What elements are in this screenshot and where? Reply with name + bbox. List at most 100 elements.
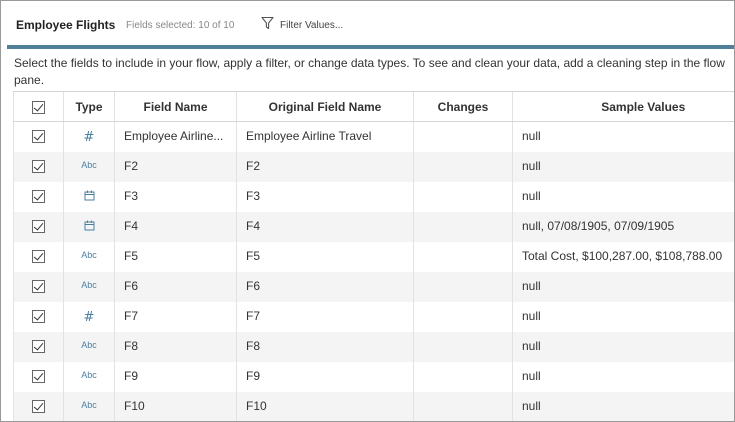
data-type-cell[interactable]: Abc xyxy=(63,271,115,302)
hash-icon[interactable]: # xyxy=(84,310,95,325)
fields-table-body: # Employee Airline... Employee Airline Tra… xyxy=(13,121,734,421)
table-row[interactable]: Abc F10 F10 null xyxy=(13,391,734,421)
accent-divider xyxy=(7,45,734,49)
changes-cell xyxy=(413,391,513,421)
data-type-cell[interactable]: Abc xyxy=(63,391,115,421)
changes-cell xyxy=(413,331,513,362)
changes-cell xyxy=(413,151,513,182)
table-row[interactable]: Abc F6 F6 null xyxy=(13,271,734,302)
table-header-row: Type Field Name Original Field Name Chan… xyxy=(13,91,734,122)
row-checkbox-cell xyxy=(13,331,64,362)
data-type-cell[interactable]: Abc xyxy=(63,361,115,392)
data-type-cell[interactable] xyxy=(63,211,115,242)
sample-values-column-header[interactable]: Sample Values xyxy=(512,91,734,122)
include-field-checkbox[interactable] xyxy=(32,189,45,203)
include-field-checkbox[interactable] xyxy=(32,339,45,353)
changes-cell xyxy=(413,271,513,302)
original-field-name-column-header[interactable]: Original Field Name xyxy=(236,91,414,122)
data-type-cell[interactable]: # xyxy=(63,301,115,332)
changes-column-header[interactable]: Changes xyxy=(413,91,513,122)
field-name-cell[interactable]: F8 xyxy=(114,331,237,362)
table-row[interactable]: Abc F5 F5 Total Cost, $100,287.00, $108,788… xyxy=(13,241,734,272)
original-field-name-cell: F9 xyxy=(236,361,414,392)
include-field-checkbox[interactable] xyxy=(32,219,45,233)
sample-values-cell: null xyxy=(512,121,734,152)
table-row[interactable]: Abc F8 F8 null xyxy=(13,331,734,362)
filter-values-label: Filter Values... xyxy=(280,19,344,31)
original-field-name-cell: F6 xyxy=(236,271,414,302)
include-field-checkbox[interactable] xyxy=(32,399,45,413)
fields-table: Type Field Name Original Field Name Chan… xyxy=(13,91,734,421)
include-field-checkbox[interactable] xyxy=(32,130,45,144)
data-type-cell[interactable]: # xyxy=(63,121,115,152)
field-name-cell[interactable]: F3 xyxy=(114,181,237,212)
field-name-cell[interactable]: F5 xyxy=(114,241,237,272)
row-checkbox-cell xyxy=(13,181,64,212)
type-column-header[interactable]: Type xyxy=(63,91,115,122)
include-field-checkbox[interactable] xyxy=(32,249,45,263)
calendar-icon[interactable] xyxy=(84,220,95,233)
calendar-icon[interactable] xyxy=(84,190,95,203)
panel-header: Employee Flights Fields selected: 10 of … xyxy=(1,1,734,45)
abc-icon[interactable]: Abc xyxy=(81,280,97,290)
original-field-name-cell: F5 xyxy=(236,241,414,272)
field-name-cell[interactable]: F7 xyxy=(114,301,237,332)
fields-selected-count: Fields selected: 10 of 10 xyxy=(126,20,235,31)
changes-cell xyxy=(413,181,513,212)
field-name-cell[interactable]: F6 xyxy=(114,271,237,302)
row-checkbox-cell xyxy=(13,271,64,302)
sample-values-cell: null xyxy=(512,331,734,362)
filter-values-button[interactable]: Filter Values... xyxy=(261,16,344,35)
sample-values-cell: null xyxy=(512,181,734,212)
table-row[interactable]: Abc F2 F2 null xyxy=(13,151,734,182)
select-all-checkbox[interactable] xyxy=(32,100,45,114)
table-row[interactable]: # F7 F7 null xyxy=(13,301,734,332)
include-field-checkbox[interactable] xyxy=(32,369,45,383)
data-type-cell[interactable] xyxy=(63,181,115,212)
filter-icon xyxy=(261,16,274,35)
row-checkbox-cell xyxy=(13,211,64,242)
data-type-cell[interactable]: Abc xyxy=(63,331,115,362)
table-row[interactable]: # Employee Airline... Employee Airline Tra… xyxy=(13,121,734,152)
data-type-cell[interactable]: Abc xyxy=(63,151,115,182)
row-checkbox-cell xyxy=(13,301,64,332)
original-field-name-cell: Employee Airline Travel xyxy=(236,121,414,152)
abc-icon[interactable]: Abc xyxy=(81,400,97,410)
row-checkbox-cell xyxy=(13,361,64,392)
select-all-header[interactable] xyxy=(13,91,64,122)
changes-cell xyxy=(413,121,513,152)
data-type-cell[interactable]: Abc xyxy=(63,241,115,272)
field-name-cell[interactable]: F10 xyxy=(114,391,237,421)
include-field-checkbox[interactable] xyxy=(32,309,45,323)
table-row[interactable]: Abc F9 F9 null xyxy=(13,361,734,392)
original-field-name-cell: F7 xyxy=(236,301,414,332)
include-field-checkbox[interactable] xyxy=(32,279,45,293)
abc-icon[interactable]: Abc xyxy=(81,160,97,170)
abc-icon[interactable]: Abc xyxy=(81,340,97,350)
hash-icon[interactable]: # xyxy=(84,130,95,145)
original-field-name-cell: F2 xyxy=(236,151,414,182)
table-row[interactable]: F4 F4 null, 07/08/1905, 07/09/1905 xyxy=(13,211,734,242)
row-checkbox-cell xyxy=(13,121,64,152)
field-name-cell[interactable]: F4 xyxy=(114,211,237,242)
field-name-column-header[interactable]: Field Name xyxy=(114,91,237,122)
include-field-checkbox[interactable] xyxy=(32,159,45,173)
abc-icon[interactable]: Abc xyxy=(81,250,97,260)
field-name-cell[interactable]: Employee Airline... xyxy=(114,121,237,152)
sample-values-cell: null xyxy=(512,151,734,182)
original-field-name-cell: F10 xyxy=(236,391,414,421)
field-name-cell[interactable]: F2 xyxy=(114,151,237,182)
sample-values-cell: null, 07/08/1905, 07/09/1905 xyxy=(512,211,734,242)
field-name-cell[interactable]: F9 xyxy=(114,361,237,392)
panel-title: Employee Flights xyxy=(16,18,116,32)
sample-values-cell: null xyxy=(512,271,734,302)
original-field-name-cell: F3 xyxy=(236,181,414,212)
table-row[interactable]: F3 F3 null xyxy=(13,181,734,212)
abc-icon[interactable]: Abc xyxy=(81,370,97,380)
original-field-name-cell: F8 xyxy=(236,331,414,362)
original-field-name-cell: F4 xyxy=(236,211,414,242)
input-step-panel: Employee Flights Fields selected: 10 of … xyxy=(0,0,735,422)
row-checkbox-cell xyxy=(13,391,64,421)
instructions-text: Select the fields to include in your flo… xyxy=(14,56,725,87)
sample-values-cell: null xyxy=(512,391,734,421)
